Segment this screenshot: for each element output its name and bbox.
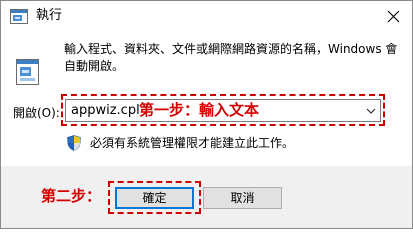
ok-button[interactable]: 確定 (115, 187, 194, 209)
close-icon (387, 10, 399, 22)
step2-annotation: 第二步： (41, 187, 102, 205)
dialog-content: 輸入程式、資料夾、文件或網際網路資源的名稱，Windows 會自動開啟。 開啟(… (1, 31, 412, 166)
close-button[interactable] (380, 3, 406, 29)
uac-shield-icon (67, 135, 81, 151)
step1-annotation: 第一步：輸入文本 (139, 101, 260, 119)
admin-privileges-note: 必須有系統管理權限才能建立此工作。 (90, 136, 295, 150)
title-bar: 執行 (1, 1, 412, 31)
run-program-icon (15, 57, 41, 87)
window-title: 執行 (36, 8, 63, 23)
run-dialog-window: 執行 輸入程式、資料夾、文件或網際網路資源的名稱，Windows 會自動開啟。 … (0, 0, 413, 229)
dialog-footer: 第二步： 確定 取消 (1, 166, 412, 228)
cancel-button[interactable]: 取消 (203, 187, 282, 209)
run-app-icon (10, 9, 28, 24)
dialog-description: 輸入程式、資料夾、文件或網際網路資源的名稱，Windows 會自動開啟。 (64, 42, 398, 73)
open-label: 開啟(O): (13, 106, 60, 120)
